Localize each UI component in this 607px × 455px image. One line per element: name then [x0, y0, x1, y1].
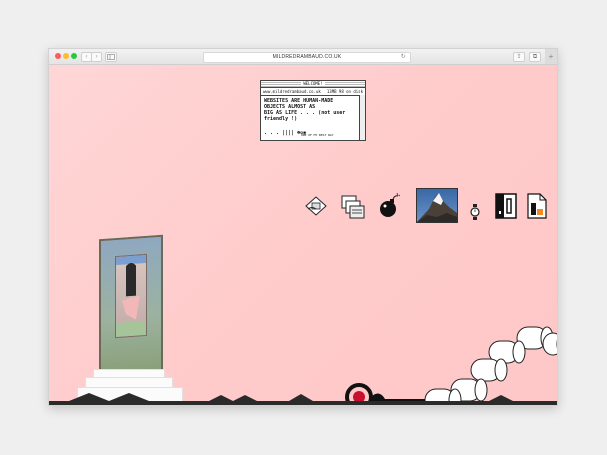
watch-icon[interactable] [470, 204, 480, 220]
address-bar[interactable]: MILDREDRAMBAUD.CO.UK ↻ [203, 52, 411, 63]
maximize-window-button[interactable] [71, 53, 77, 59]
minimize-window-button[interactable] [63, 53, 69, 59]
address-url: MILDREDRAMBAUD.CO.UK [272, 54, 342, 60]
browser-titlebar: ‹ › MILDREDRAMBAUD.CO.UK ↻ ⇪ ⧉ + [49, 49, 557, 65]
mountain-graphic [417, 193, 457, 222]
sidebar-icon [107, 54, 115, 60]
forward-button[interactable]: › [91, 52, 102, 62]
welcome-footer: . . . |||| ☻❂◉ [264, 130, 307, 136]
welcome-window[interactable]: WELCOME! www.mildredrambaud.co.uk 13MB 9… [260, 80, 366, 141]
welcome-small-text: ONE OF MY BEST WAY [301, 133, 334, 137]
welcome-address: www.mildredrambaud.co.uk [263, 89, 321, 94]
matterhorn-image[interactable] [416, 188, 458, 223]
painting-door[interactable] [99, 234, 163, 376]
welcome-title-bar[interactable]: WELCOME! [261, 81, 365, 88]
new-tab-button[interactable]: + [545, 49, 557, 64]
welcome-info-bar: www.mildredrambaud.co.uk 13MB 98 on disk [261, 88, 365, 96]
share-button[interactable]: ⇪ [513, 52, 525, 62]
bottom-pattern [69, 393, 513, 401]
welcome-disk: 13MB 98 on disk [326, 89, 363, 94]
bottom-strip [49, 401, 557, 405]
browser-window: ‹ › MILDREDRAMBAUD.CO.UK ↻ ⇪ ⧉ + WELCOME… [48, 48, 558, 406]
document-icon[interactable] [527, 193, 547, 219]
hand-card-icon[interactable] [304, 195, 328, 217]
welcome-line-3: BIG AS LIFE . . . (not user friendly !) [264, 110, 346, 122]
bomb-icon[interactable] [378, 193, 400, 219]
show-tabs-button[interactable]: ⧉ [529, 52, 541, 62]
page-content: WELCOME! www.mildredrambaud.co.uk 13MB 9… [49, 65, 557, 405]
figure-graphic [116, 254, 146, 338]
welcome-scrollbar[interactable] [359, 95, 365, 140]
reload-icon[interactable]: ↻ [401, 53, 406, 62]
mac-disk-icon[interactable] [495, 193, 517, 219]
close-window-button[interactable] [55, 53, 61, 59]
sidebar-toggle-button[interactable] [105, 52, 117, 62]
welcome-title: WELCOME! [301, 81, 325, 86]
folder-stack-icon[interactable] [340, 194, 366, 220]
welcome-text: WEBSITES ARE HUMAN-MADE OBJECTS ALMOST A… [261, 96, 365, 124]
painting-inner-door [115, 253, 147, 339]
